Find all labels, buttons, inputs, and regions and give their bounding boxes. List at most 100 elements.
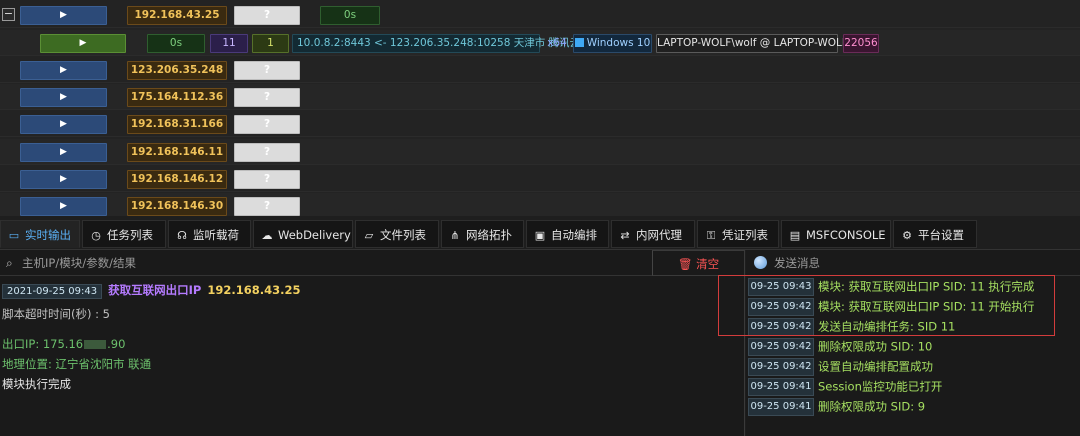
- host-table: − ▶ 192.168.43.25 ? 0s ▶ 0s 11 1 10.0.8.…: [0, 0, 1080, 216]
- session-count: 1: [252, 34, 289, 53]
- host-status: ?: [234, 170, 300, 189]
- tab-webdelivery[interactable]: ☁ WebDelivery: [253, 220, 353, 248]
- module-name: 获取互联网出口IP: [108, 283, 202, 297]
- proxy-icon: ⇄: [620, 229, 630, 242]
- log-text: 删除权限成功 SID: 10: [818, 339, 933, 354]
- session-elapsed: 0s: [147, 34, 205, 53]
- output-header: 2021-09-25 09:43 获取互联网出口IP 192.168.43.25: [2, 282, 300, 299]
- message-input[interactable]: [774, 253, 1074, 273]
- host-ip: 192.168.43.25: [127, 6, 227, 25]
- log-text: 删除权限成功 SID: 9: [818, 399, 926, 414]
- tab-label: 凭证列表: [722, 228, 768, 242]
- output-panel: ⌕ 🗑 清空 2021-09-25 09:43 获取互联网出口IP 192.168.…: [0, 250, 745, 436]
- host-row[interactable]: ▶ 192.168.146.11 ?: [0, 139, 1080, 165]
- host-row[interactable]: ▶ 192.168.31.166 ?: [0, 111, 1080, 137]
- clock-icon: ◷: [91, 229, 101, 242]
- done-line: 模块执行完成: [2, 377, 71, 391]
- exit-ip-prefix: 出口IP: 175.16: [2, 337, 84, 351]
- session-os-label: Windows 10: [586, 37, 651, 49]
- host-row[interactable]: ▶ 123.206.35.248 ?: [0, 57, 1080, 83]
- log-time: 09-25 09:41: [748, 397, 814, 416]
- host-row[interactable]: ▶ 192.168.146.12 ?: [0, 166, 1080, 192]
- log-item: 09-25 09:41 删除权限成功 SID: 9: [748, 396, 925, 416]
- log-item: 09-25 09:42 发送自动编排任务: SID 11: [748, 316, 955, 336]
- tab-label: 内网代理: [636, 228, 682, 242]
- clear-button[interactable]: 🗑 清空: [652, 250, 745, 276]
- tab-label: 平台设置: [918, 228, 964, 242]
- session-pid: 22056: [843, 34, 879, 53]
- log-text: 设置自动编排配置成功: [818, 359, 933, 374]
- search-icon: ⌕: [6, 256, 13, 270]
- globe-icon: [754, 256, 767, 269]
- tab-intranet-proxy[interactable]: ⇄ 内网代理: [611, 220, 695, 248]
- search-bar: ⌕: [0, 250, 652, 276]
- output-log: 2021-09-25 09:43 获取互联网出口IP 192.168.43.25 脚…: [0, 276, 745, 436]
- tab-live-output[interactable]: ▭ 实时输出: [0, 220, 80, 248]
- play-button[interactable]: ▶: [20, 61, 107, 80]
- host-status: ?: [234, 115, 300, 134]
- log-time: 09-25 09:41: [748, 377, 814, 396]
- log-text: Session监控功能已打开: [818, 379, 943, 394]
- redacted-mark: [84, 340, 107, 349]
- search-input[interactable]: [22, 253, 642, 273]
- session-row[interactable]: ▶ 0s 11 1 10.0.8.2:8443 <- 123.206.35.24…: [0, 30, 1080, 56]
- tab-listeners[interactable]: ☊ 监听载荷: [168, 220, 251, 248]
- play-button[interactable]: ▶: [20, 197, 107, 216]
- tab-auto-orchestration[interactable]: ▣ 自动编排: [526, 220, 609, 248]
- windows-icon: [574, 38, 584, 47]
- event-log: 09-25 09:43 模块: 获取互联网出口IP SID: 11 执行完成 09…: [718, 275, 1080, 436]
- exit-ip-suffix: .90: [107, 337, 126, 351]
- log-time: 09-25 09:42: [748, 357, 814, 376]
- tab-msfconsole[interactable]: ▤ MSFCONSOLE: [781, 220, 891, 248]
- session-play-button[interactable]: ▶: [40, 34, 126, 53]
- play-button[interactable]: ▶: [20, 170, 107, 189]
- tab-file-list[interactable]: ▱ 文件列表: [355, 220, 439, 248]
- session-user: LAPTOP-WOLF\wolf @ LAPTOP-WOLF: [656, 34, 848, 53]
- cloud-icon: ☁: [261, 229, 273, 242]
- robot-icon: ▣: [534, 229, 546, 242]
- host-status: ?: [234, 6, 300, 25]
- module-ip: 192.168.43.25: [207, 283, 301, 297]
- host-row[interactable]: ▶ 192.168.146.30 ?: [0, 193, 1080, 216]
- host-ip: 175.164.112.36: [127, 88, 227, 107]
- log-time: 09-25 09:42: [748, 317, 814, 336]
- headset-icon: ☊: [177, 229, 187, 242]
- trash-icon: 🗑: [677, 257, 693, 271]
- host-row[interactable]: − ▶ 192.168.43.25 ? 0s: [0, 2, 1080, 28]
- tab-credentials[interactable]: ⚿ 凭证列表: [697, 220, 779, 248]
- host-status: ?: [234, 197, 300, 216]
- session-sid: 11: [210, 34, 248, 53]
- log-text: 模块: 获取互联网出口IP SID: 11 执行完成: [818, 279, 1035, 294]
- play-button[interactable]: ▶: [20, 115, 107, 134]
- session-arch: x64: [547, 37, 567, 49]
- network-icon: ⋔: [450, 229, 460, 242]
- tab-label: MSFCONSOLE: [806, 228, 886, 242]
- play-button[interactable]: ▶: [20, 88, 107, 107]
- message-bar: [746, 250, 1080, 276]
- tab-task-list[interactable]: ◷ 任务列表: [82, 220, 166, 248]
- tab-label: 任务列表: [107, 228, 153, 242]
- clear-label: 清空: [696, 257, 720, 271]
- host-ip: 123.206.35.248: [127, 61, 227, 80]
- log-item: 09-25 09:42 删除权限成功 SID: 10: [748, 336, 932, 356]
- play-button[interactable]: ▶: [20, 143, 107, 162]
- tab-label: 自动编排: [551, 228, 597, 242]
- location-line: 地理位置: 辽宁省沈阳市 联通: [2, 357, 152, 371]
- session-connection: 10.0.8.2:8443 <- 123.206.35.248:10258 天津…: [292, 34, 580, 53]
- tab-platform-settings[interactable]: ⚙ 平台设置: [893, 220, 977, 248]
- terminal-icon: ▤: [789, 229, 801, 242]
- play-button[interactable]: ▶: [20, 6, 107, 25]
- host-status: ?: [234, 61, 300, 80]
- tab-network-topology[interactable]: ⋔ 网络拓扑: [441, 220, 524, 248]
- folder-icon: ▱: [364, 229, 374, 242]
- log-item: 09-25 09:41 Session监控功能已打开: [748, 376, 942, 396]
- host-row[interactable]: ▶ 175.164.112.36 ?: [0, 84, 1080, 110]
- host-ip: 192.168.146.11: [127, 143, 227, 162]
- tab-label: WebDelivery: [278, 228, 351, 242]
- host-status: ?: [234, 88, 300, 107]
- collapse-toggle[interactable]: −: [2, 8, 15, 21]
- log-time: 09-25 09:43: [748, 277, 814, 296]
- exit-ip-line: 出口IP: 175.16 .90: [2, 336, 125, 352]
- host-elapsed: 0s: [320, 6, 380, 25]
- session-os: Windows 10: [573, 34, 652, 53]
